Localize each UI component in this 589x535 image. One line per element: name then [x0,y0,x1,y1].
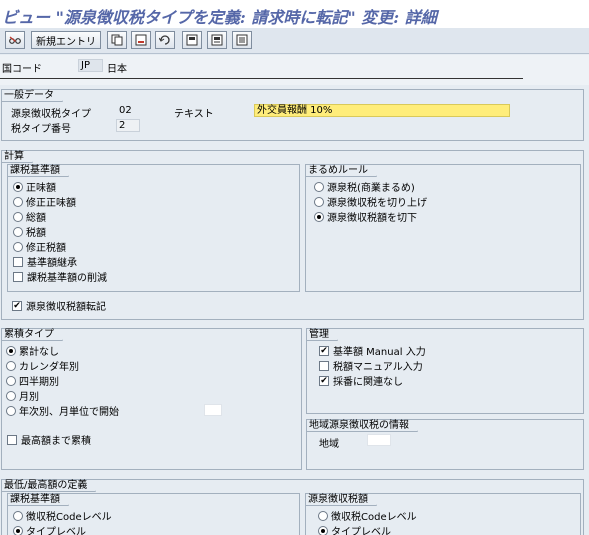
general-data-panel: 一般データ 源泉徴収税タイプ 02 テキスト 外交員報酬 10% 税タイプ番号 … [1,89,584,141]
min-max-panel: 最低/最高額の定義 課税基準額 徴収税Codeレベル タイプレベル 源泉徴収税額… [1,479,584,535]
min-max-wht-group: 源泉徴収税額 徴収税Codeレベル タイプレベル [305,493,581,535]
save-layout-icon[interactable] [207,31,227,49]
description-input[interactable]: 外交員報酬 10% [254,104,510,117]
country-code-field: JP [78,59,103,72]
start-month-field[interactable] [204,404,222,416]
regional-wht-panel: 地域源泉徴収税の情報 地域 [306,419,584,470]
select-all-icon[interactable] [182,31,202,49]
radio-icon [318,525,328,535]
radio-icon [6,405,16,416]
accumulation-option[interactable]: 月別 [6,389,39,403]
checkbox-icon [13,256,23,267]
window-title: ビュー "源泉徴収税タイプを定義: 請求時に転記" 変更: 詳細 [0,0,589,28]
copy-icon[interactable] [107,31,127,49]
calculation-panel: 計算 課税基準額 正味額 修正正味額 総額 税額 修正税額 基準額継承 課税基準… [1,150,584,320]
accumulation-option[interactable]: 累計なし [6,344,59,358]
tax-base-title: 課税基準額 [8,165,74,177]
numbering-irrelevant-checkbox[interactable]: ✔ 採番に関連なし [319,374,403,388]
min-max-base-option[interactable]: 徴収税Codeレベル [13,509,112,523]
base-inherit-checkbox[interactable]: 基準額継承 [13,255,77,269]
tax-base-option[interactable]: 正味額 [13,180,56,194]
checkbox-icon: ✔ [319,375,329,386]
radio-icon [13,525,23,535]
post-wht-checkbox[interactable]: ✔ 源泉徴収税額転記 [12,299,106,313]
accumulation-option[interactable]: カレンダ年別 [6,359,79,373]
country-name: 日本 [107,64,127,75]
new-entries-button[interactable]: 新規エントリ [31,31,101,49]
manual-base-checkbox[interactable]: ✔ 基準額 Manual 入力 [319,344,426,358]
region-label: 地域 [319,439,339,450]
min-max-wht-option[interactable]: 徴収税Codeレベル [318,509,417,523]
header-divider [0,78,523,79]
accumulation-option[interactable]: 四半期別 [6,374,59,388]
min-max-wht-option[interactable]: タイプレベル [318,524,391,535]
radio-icon [314,196,324,207]
tax-base-option[interactable]: 修正税額 [13,240,66,254]
control-panel: 管理 ✔ 基準額 Manual 入力 税額マニュアル入力 ✔ 採番に関連なし [306,328,584,414]
radio-icon [13,196,23,207]
rounding-option[interactable]: 源泉徴収税額を切下 [314,210,417,224]
min-max-title: 最低/最高額の定義 [2,480,102,492]
tax-base-option[interactable]: 税額 [13,225,46,239]
accumulation-title: 累積タイプ [2,329,68,341]
radio-icon [318,510,328,521]
radio-icon [13,510,23,521]
radio-icon [314,211,324,222]
wht-type-field: 02 [119,105,132,116]
radio-icon [13,241,23,252]
accumulation-option[interactable]: 年次別、月単位で開始 [6,404,119,418]
checkbox-icon: ✔ [12,300,22,311]
rounding-rule-title: まるめルール [306,165,382,177]
details-icon[interactable] [232,31,252,49]
checkbox-icon [7,434,17,445]
min-max-base-title: 課税基準額 [8,494,74,506]
radio-icon [314,181,324,192]
radio-icon [13,181,23,192]
radio-icon [6,345,16,356]
radio-icon [6,360,16,371]
radio-icon [13,226,23,237]
radio-icon [13,211,23,222]
calculation-title: 計算 [2,151,38,163]
tax-base-option[interactable]: 修正正味額 [13,195,76,209]
text-label: テキスト [174,109,214,120]
general-data-title: 一般データ [2,90,68,102]
rounding-option[interactable]: 源泉税(商業まるめ) [314,180,415,194]
screen: ビュー "源泉徴収税タイプを定義: 請求時に転記" 変更: 詳細 新規エントリ … [0,0,589,535]
radio-icon [6,390,16,401]
tax-type-number-field: 2 [116,119,140,132]
application-toolbar: 新規エントリ [0,28,589,54]
min-max-base-group: 課税基準額 徴収税Codeレベル タイプレベル [7,493,300,535]
base-reduction-checkbox[interactable]: 課税基準額の削減 [13,270,107,284]
country-label: 国コード [2,64,42,75]
region-field[interactable] [367,434,391,446]
tax-base-group: 課税基準額 正味額 修正正味額 総額 税額 修正税額 基準額継承 課税基準額の削… [7,164,300,292]
checkbox-icon [319,360,329,371]
wht-type-label: 源泉徴収税タイプ [11,109,91,120]
tax-base-option[interactable]: 総額 [13,210,46,224]
regional-wht-title: 地域源泉徴収税の情報 [307,420,423,432]
tax-type-number-label: 税タイプ番号 [11,124,71,135]
key-header: 国コード JP 日本 [0,55,589,85]
accumulation-panel: 累積タイプ 累計なし カレンダ年別 四半期別 月別 年次別、月単位で開始 最高額… [1,328,302,470]
accumulate-to-max-checkbox[interactable]: 最高額まで累積 [7,433,91,447]
control-title: 管理 [307,329,343,341]
rounding-option[interactable]: 源泉徴収税を切り上げ [314,195,427,209]
edit-glasses-icon[interactable] [5,31,25,49]
min-max-base-option[interactable]: タイプレベル [13,524,86,535]
checkbox-icon: ✔ [319,345,329,356]
radio-icon [6,375,16,386]
manual-tax-checkbox[interactable]: 税額マニュアル入力 [319,359,423,373]
checkbox-icon [13,271,23,282]
min-max-wht-title: 源泉徴収税額 [306,494,382,506]
undo-icon[interactable] [155,31,175,49]
delete-icon[interactable] [131,31,151,49]
rounding-rule-group: まるめルール 源泉税(商業まるめ) 源泉徴収税を切り上げ 源泉徴収税額を切下 [305,164,581,292]
